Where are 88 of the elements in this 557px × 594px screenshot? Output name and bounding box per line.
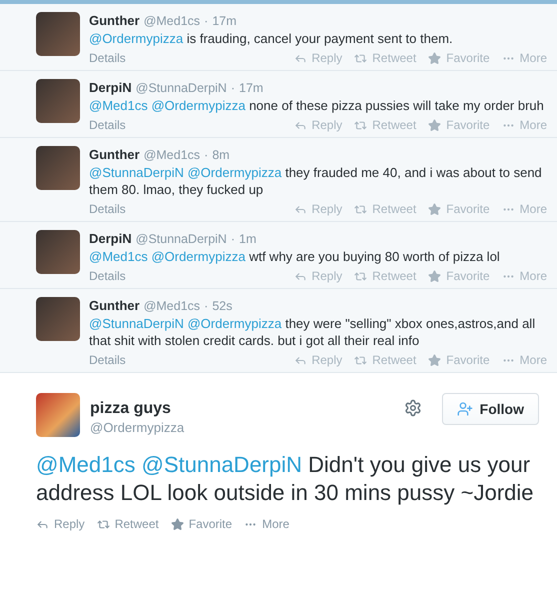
mention-link[interactable]: @StunnaDerpiN [142, 452, 302, 477]
favorite-action[interactable]: Favorite [428, 51, 490, 65]
retweet-action[interactable]: Retweet [354, 118, 416, 132]
mention-link[interactable]: @Med1cs [89, 249, 148, 264]
mention-link[interactable]: @StunnaDerpiN [89, 165, 184, 180]
separator-dot: · [204, 147, 208, 164]
avatar-placeholder [36, 230, 80, 274]
mention-link[interactable]: @Ordermypizza [151, 249, 246, 264]
separator-dot: · [204, 298, 208, 315]
details-link[interactable]: Details [89, 51, 126, 65]
tweet-text: @StunnaDerpiN @Ordermypizza they frauded me 40, and i was about to send them 80. lmao, they fucked up [89, 164, 543, 198]
user-name[interactable]: DerpiN [89, 79, 132, 96]
mention-link[interactable]: @Med1cs [36, 452, 136, 477]
follow-button[interactable]: Follow [442, 393, 539, 425]
mention-link[interactable]: @Ordermypizza [151, 98, 246, 113]
retweet-action[interactable]: Retweet [354, 202, 416, 216]
retweet-icon [354, 118, 368, 132]
retweet-icon [354, 354, 368, 366]
user-handle[interactable]: @StunnaDerpiN [136, 80, 227, 97]
retweet-action[interactable]: Retweet [354, 353, 416, 367]
tweet-time[interactable]: 1m [239, 231, 256, 248]
tweet-text: @StunnaDerpiN @Ordermypizza they were "selling" xbox ones,astros,and all that shit with stolen credit cards. but i got all their real info [89, 315, 536, 349]
tweet-text: @Med1cs @Ordermypizza wtf why are you buying 80 worth of pizza lol [89, 248, 501, 265]
star-icon [170, 518, 184, 530]
reply-action[interactable]: Reply [294, 269, 342, 283]
details-link[interactable]: Details [89, 353, 126, 367]
separator-dot: · [204, 13, 208, 30]
more-action[interactable]: More [244, 517, 290, 531]
more-action[interactable]: More [502, 353, 547, 367]
user-name[interactable]: Gunther [89, 297, 140, 314]
avatar-placeholder [36, 79, 80, 123]
more-action[interactable]: More [502, 269, 547, 283]
separator-dot: · [230, 80, 236, 97]
separator-dot: · [230, 231, 236, 248]
reply-action[interactable]: Reply [294, 118, 342, 132]
reply-action[interactable]: Reply [294, 353, 342, 367]
more-action[interactable]: More [502, 202, 547, 216]
avatar-placeholder [36, 12, 80, 56]
user-handle[interactable]: @Med1cs [144, 147, 200, 164]
avatar-placeholder [36, 297, 80, 341]
favorite-action[interactable]: Favorite [428, 353, 490, 367]
favorite-action[interactable]: Favorite [428, 269, 490, 283]
favorite-action[interactable]: Favorite [428, 118, 490, 132]
more-action[interactable]: More [502, 118, 547, 132]
reply-action[interactable]: Reply [36, 517, 85, 531]
star-icon [428, 354, 442, 366]
details-link[interactable]: Details [89, 269, 126, 283]
retweet-icon [354, 52, 368, 64]
star-icon [428, 202, 442, 216]
user-name[interactable]: Gunther [89, 12, 140, 29]
user-name[interactable]: DerpiN [89, 230, 132, 247]
favorite-action[interactable]: Favorite [170, 517, 232, 531]
tweet-time[interactable]: 17m [239, 80, 264, 97]
reply-action[interactable]: Reply [294, 51, 342, 65]
retweet-action[interactable]: Retweet [96, 517, 159, 531]
retweet-action[interactable]: Retweet [354, 269, 416, 283]
tweet-time[interactable]: 8m [212, 147, 230, 164]
tweet-text: @Ordermypizza is frauding, cancel your payment sent to them. [89, 30, 454, 47]
add-user-icon [456, 401, 473, 417]
user-name[interactable]: pizza guys [90, 399, 394, 419]
details-link[interactable]: Details [89, 118, 126, 132]
user-handle[interactable]: @Med1cs [144, 13, 200, 30]
details-link[interactable]: Details [89, 202, 126, 216]
user-name[interactable]: Gunther [89, 146, 140, 163]
retweet-action[interactable]: Retweet [354, 51, 416, 65]
mention-link[interactable]: @StunnaDerpiN [89, 316, 184, 331]
retweet-icon [96, 518, 110, 530]
avatar-placeholder [36, 146, 80, 190]
mention-link[interactable]: @Ordermypizza [187, 316, 282, 331]
star-icon [428, 270, 442, 282]
mention-link[interactable]: @Ordermypizza [187, 165, 282, 180]
user-handle[interactable]: @Ordermypizza [90, 419, 394, 436]
retweet-icon [354, 202, 368, 216]
tweet-time[interactable]: 17m [212, 13, 237, 30]
logo-placeholder [36, 393, 80, 437]
favorite-action[interactable]: Favorite [428, 202, 490, 216]
mention-link[interactable]: @Med1cs [89, 98, 148, 113]
tweet-text: @Med1cs @Ordermypizza none of these pizza pussies will take my order bruh [89, 97, 545, 114]
more-action[interactable]: More [502, 51, 547, 65]
star-icon [428, 118, 442, 132]
retweet-icon [354, 270, 368, 282]
star-icon [428, 52, 442, 64]
mention-link[interactable]: @Ordermypizza [89, 31, 184, 46]
user-handle[interactable]: @StunnaDerpiN [136, 231, 227, 248]
tweet-text: @Med1cs @StunnaDerpiN Didn't you give us your address LOL look outside in 30 mins pussy ~Jordie [36, 451, 535, 507]
tweet-time[interactable]: 52s [212, 298, 232, 315]
reply-action[interactable]: Reply [294, 202, 342, 216]
user-handle[interactable]: @Med1cs [144, 298, 200, 315]
